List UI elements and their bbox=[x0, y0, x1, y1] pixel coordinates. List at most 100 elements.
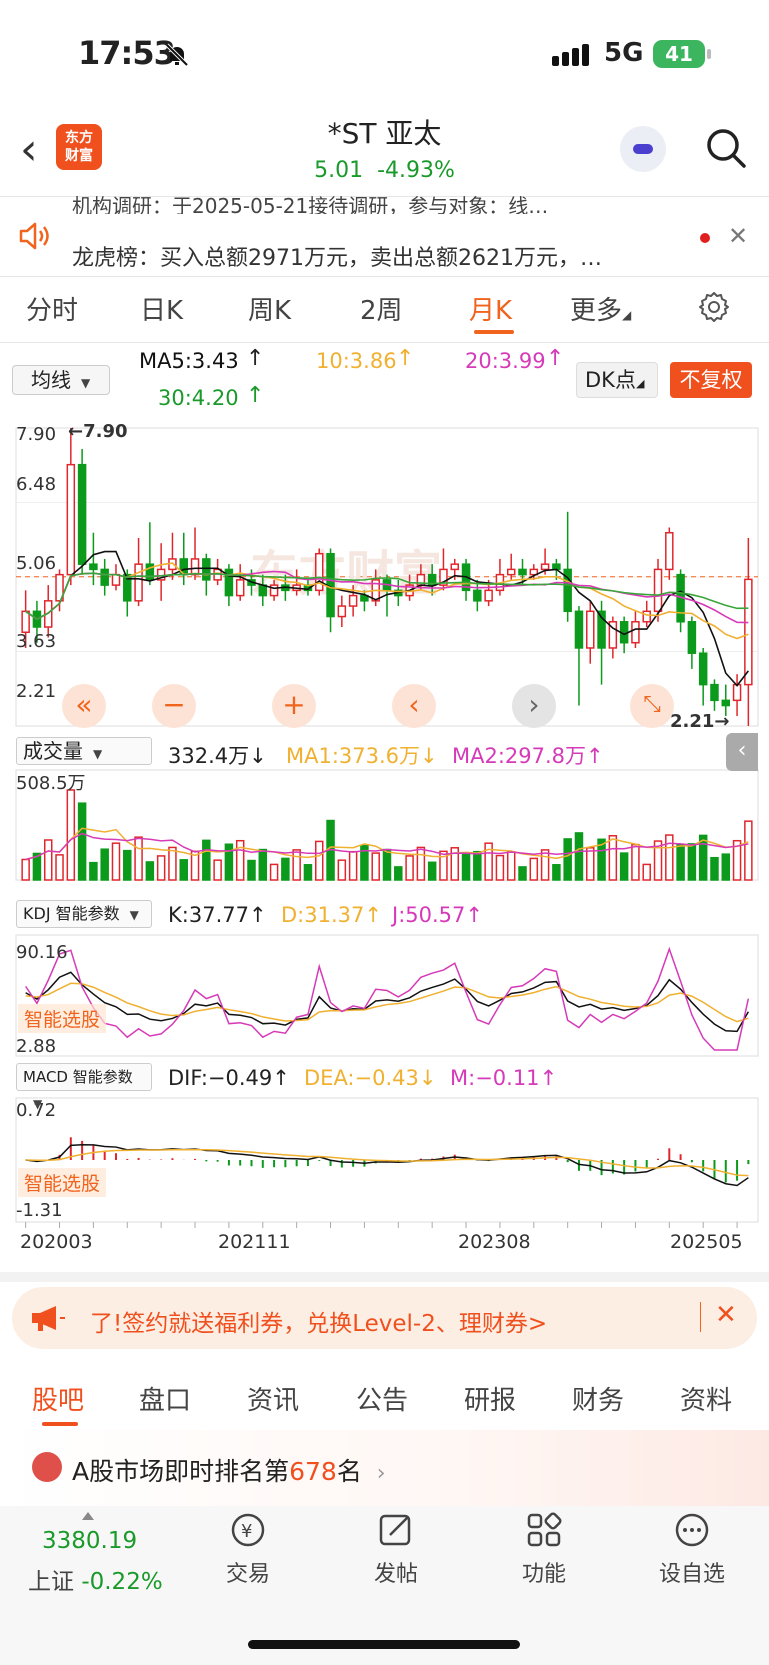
volume-bar bbox=[292, 849, 301, 881]
y-label-2: 6.48 bbox=[16, 474, 56, 495]
tab-guba[interactable]: 股吧 bbox=[32, 1380, 84, 1417]
volume-bar bbox=[687, 843, 697, 881]
volume-select[interactable]: 成交量 ▼ bbox=[16, 737, 152, 765]
tab-pankou[interactable]: 盘口 bbox=[139, 1380, 191, 1417]
kdj-select[interactable]: KDJ 智能参数 ▼ bbox=[16, 900, 152, 928]
index-value[interactable]: 3380.19 bbox=[42, 1528, 137, 1554]
candle-body bbox=[450, 563, 460, 571]
x-date-0: 202003 bbox=[20, 1231, 93, 1250]
volume-bar bbox=[427, 861, 437, 881]
scroll-right-button[interactable]: › bbox=[512, 684, 556, 728]
index-label[interactable]: 上证 -0.22% bbox=[28, 1562, 163, 1596]
candle-body bbox=[258, 584, 268, 597]
nav-trade[interactable]: ¥ 交易 bbox=[198, 1510, 298, 1588]
candle-body bbox=[190, 558, 200, 576]
scroll-left-fast-button[interactable]: « bbox=[62, 684, 106, 728]
volume-bar bbox=[337, 859, 347, 881]
x-date-1: 202111 bbox=[218, 1231, 291, 1250]
kdj-smart-pick[interactable]: 智能选股 bbox=[18, 1004, 107, 1033]
volume-bar bbox=[518, 866, 527, 881]
volume-max-label: 508.5万 bbox=[16, 773, 86, 794]
kdj-j: J:50.57↑ bbox=[392, 903, 483, 927]
market-rank[interactable]: A股市场即时排名第678名 › bbox=[72, 1452, 386, 1488]
volume-bar bbox=[145, 861, 155, 881]
candle-body bbox=[698, 652, 708, 686]
macd-smart-pick[interactable]: 智能选股 bbox=[18, 1168, 107, 1197]
candle-body bbox=[586, 610, 595, 649]
promo-text[interactable]: 了!签约就送福利券，兑换Level-2、理财券> bbox=[90, 1304, 547, 1338]
candle-body bbox=[518, 568, 527, 576]
volume-bar bbox=[382, 848, 392, 881]
candle-body bbox=[506, 568, 516, 576]
y-label-4: 3.63 bbox=[16, 631, 56, 652]
index-expand-icon[interactable] bbox=[82, 1512, 94, 1520]
volume-bar bbox=[710, 856, 719, 881]
volume-bar bbox=[586, 847, 595, 881]
low-marker: 2.21→ bbox=[670, 711, 730, 732]
macd-select[interactable]: MACD 智能参数▼ bbox=[16, 1063, 152, 1111]
volume-bar bbox=[563, 838, 572, 881]
tab-research[interactable]: 研报 bbox=[464, 1380, 516, 1417]
tab-announcements[interactable]: 公告 bbox=[356, 1380, 408, 1417]
volume-bar bbox=[619, 852, 629, 881]
kdj-k-line bbox=[25, 971, 750, 1033]
volume-bar bbox=[676, 844, 685, 881]
kdj-k: K:37.77↑ bbox=[168, 903, 267, 927]
volume-bar bbox=[721, 853, 731, 881]
candle-body bbox=[269, 584, 279, 597]
collapse-panel-icon[interactable]: ‹ bbox=[726, 733, 758, 771]
volume-bar bbox=[608, 835, 618, 881]
volume-bar bbox=[574, 832, 584, 881]
kdj-d: D:31.37↑ bbox=[281, 903, 382, 927]
kdj-d-line bbox=[25, 982, 749, 1023]
candle-body bbox=[665, 531, 674, 571]
macd-dea: DEA:−0.43↓ bbox=[304, 1066, 437, 1090]
tab-profile[interactable]: 资料 bbox=[680, 1380, 732, 1417]
candle-body bbox=[744, 578, 753, 686]
candle-body bbox=[202, 558, 211, 581]
volume-bar bbox=[473, 850, 482, 881]
tab-finance[interactable]: 财务 bbox=[572, 1380, 624, 1417]
x-date-3: 202505 bbox=[670, 1231, 743, 1250]
nav-post[interactable]: 发帖 bbox=[346, 1510, 446, 1588]
bottom-tab-indicator bbox=[42, 1422, 78, 1426]
volume-bar bbox=[111, 842, 121, 881]
volume-bar bbox=[55, 854, 64, 881]
volume-ma2: MA2:297.8万↑ bbox=[452, 744, 604, 768]
volume-bar bbox=[281, 857, 290, 881]
volume-bar bbox=[529, 857, 539, 881]
volume-bar bbox=[156, 855, 166, 881]
tab-news[interactable]: 资讯 bbox=[247, 1380, 299, 1417]
candle-body bbox=[100, 568, 109, 586]
volume-bar bbox=[100, 848, 109, 881]
nav-watchlist[interactable]: 设自选 bbox=[642, 1510, 742, 1588]
volume-bar bbox=[89, 861, 98, 881]
volume-bar bbox=[179, 859, 188, 881]
high-marker: ←7.90 bbox=[68, 421, 128, 442]
volume-bar bbox=[631, 843, 640, 881]
kdj-top-label: 90.16 bbox=[16, 942, 68, 963]
candle-body bbox=[21, 610, 30, 634]
chart-bar-icon bbox=[32, 1452, 62, 1482]
candle-body bbox=[631, 621, 640, 644]
volume-bar bbox=[394, 866, 403, 881]
zoom-in-button[interactable]: + bbox=[272, 684, 316, 728]
banner-close-icon[interactable]: ✕ bbox=[715, 1300, 737, 1330]
volume-bar bbox=[269, 863, 279, 881]
candle-body bbox=[653, 568, 663, 613]
main-chart-grid: 东方财富 bbox=[15, 427, 759, 1223]
candle-body bbox=[642, 610, 651, 623]
nav-functions[interactable]: 功能 bbox=[494, 1510, 594, 1588]
fullscreen-icon[interactable]: ⤡ bbox=[630, 684, 674, 728]
scroll-left-button[interactable]: ‹ bbox=[392, 684, 436, 728]
trade-icon: ¥ bbox=[231, 1513, 265, 1547]
candle-body bbox=[473, 589, 482, 602]
candle-body bbox=[77, 463, 87, 565]
volume-ma1: MA1:373.6万↓ bbox=[286, 744, 438, 768]
macd-bottom-label: -1.31 bbox=[16, 1200, 63, 1221]
kdj-bottom-label: 2.88 bbox=[16, 1036, 56, 1057]
grid-icon bbox=[527, 1512, 562, 1547]
candle-body bbox=[89, 563, 98, 571]
edit-icon bbox=[379, 1514, 411, 1546]
zoom-out-button[interactable]: − bbox=[152, 684, 196, 728]
